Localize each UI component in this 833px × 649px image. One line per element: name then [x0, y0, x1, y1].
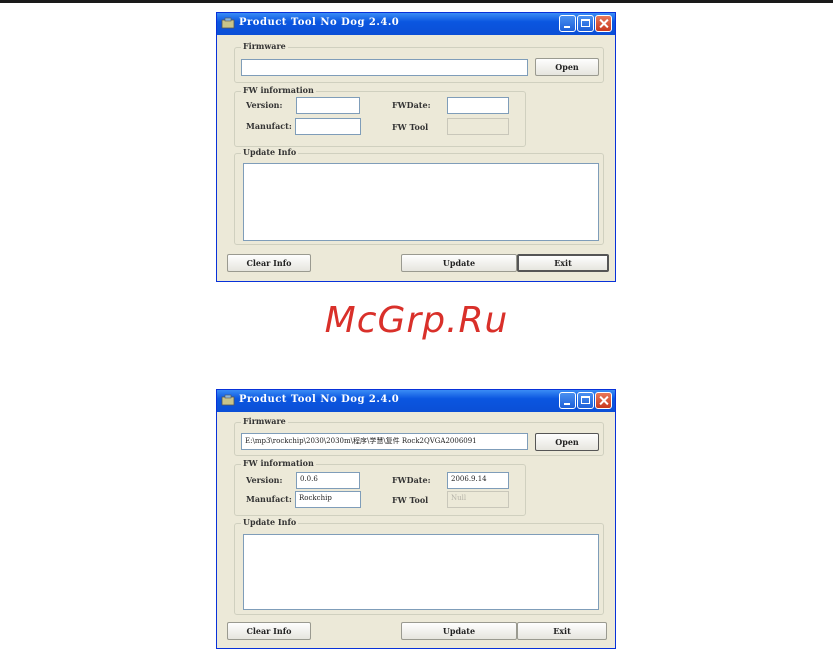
- version-field[interactable]: [296, 97, 360, 114]
- manufact-label: Manufact:: [246, 494, 292, 504]
- fw-tool-label: FW Tool: [392, 495, 429, 505]
- app-icon: [221, 394, 235, 406]
- exit-button[interactable]: Exit: [517, 254, 609, 272]
- manufact-field[interactable]: Rockchip: [295, 491, 361, 508]
- update-info-label: Update Info: [241, 147, 299, 157]
- fwdate-field[interactable]: [447, 97, 509, 114]
- minimize-icon: [564, 26, 570, 28]
- version-label: Version:: [246, 100, 283, 110]
- firmware-path-field[interactable]: [241, 59, 528, 76]
- fw-information-label: FW information: [241, 85, 316, 95]
- maximize-icon: [581, 19, 590, 27]
- firmware-label: Firmware: [241, 416, 288, 426]
- product-tool-window-loaded: Product Tool No Dog 2.4.0 Firmware E:\mp…: [216, 389, 616, 649]
- product-tool-window-empty: Product Tool No Dog 2.4.0 Firmware Open …: [216, 12, 616, 282]
- maximize-icon: [581, 396, 590, 404]
- version-label: Version:: [246, 475, 283, 485]
- window-title: Product Tool No Dog 2.4.0: [239, 17, 400, 28]
- minimize-icon: [564, 403, 570, 405]
- fwdate-label: FWDate:: [392, 475, 431, 485]
- version-field[interactable]: 0.0.6: [296, 472, 360, 489]
- manufact-label: Manufact:: [246, 121, 292, 131]
- update-button[interactable]: Update: [401, 254, 517, 272]
- minimize-button[interactable]: [559, 15, 576, 32]
- title-bar[interactable]: Product Tool No Dog 2.4.0: [217, 390, 615, 412]
- open-button[interactable]: Open: [535, 433, 599, 451]
- update-info-textarea[interactable]: [243, 163, 599, 241]
- firmware-label: Firmware: [241, 41, 288, 51]
- exit-button[interactable]: Exit: [517, 622, 607, 640]
- open-button[interactable]: Open: [535, 58, 599, 76]
- firmware-path-field[interactable]: E:\mp3\rockchip\2030\2030m\程序\学慧\复件 Rock…: [241, 433, 528, 450]
- maximize-button[interactable]: [577, 15, 594, 32]
- maximize-button[interactable]: [577, 392, 594, 409]
- fw-tool-field: Null: [447, 491, 509, 508]
- fwdate-label: FWDate:: [392, 100, 431, 110]
- fw-tool-field: [447, 118, 509, 135]
- update-info-label: Update Info: [241, 517, 299, 527]
- watermark-logo: McGrp.Ru: [324, 300, 509, 341]
- window-title: Product Tool No Dog 2.4.0: [239, 394, 400, 405]
- clear-info-button[interactable]: Clear Info: [227, 254, 311, 272]
- manufact-field[interactable]: [295, 118, 361, 135]
- title-bar[interactable]: Product Tool No Dog 2.4.0: [217, 13, 615, 35]
- close-button[interactable]: [595, 15, 612, 32]
- minimize-button[interactable]: [559, 392, 576, 409]
- fw-information-label: FW information: [241, 458, 316, 468]
- close-button[interactable]: [595, 392, 612, 409]
- update-info-textarea[interactable]: [243, 534, 599, 610]
- update-button[interactable]: Update: [401, 622, 517, 640]
- app-icon: [221, 17, 235, 29]
- clear-info-button[interactable]: Clear Info: [227, 622, 311, 640]
- fw-tool-label: FW Tool: [392, 122, 429, 132]
- fwdate-field[interactable]: 2006.9.14: [447, 472, 509, 489]
- top-rule: [0, 0, 833, 3]
